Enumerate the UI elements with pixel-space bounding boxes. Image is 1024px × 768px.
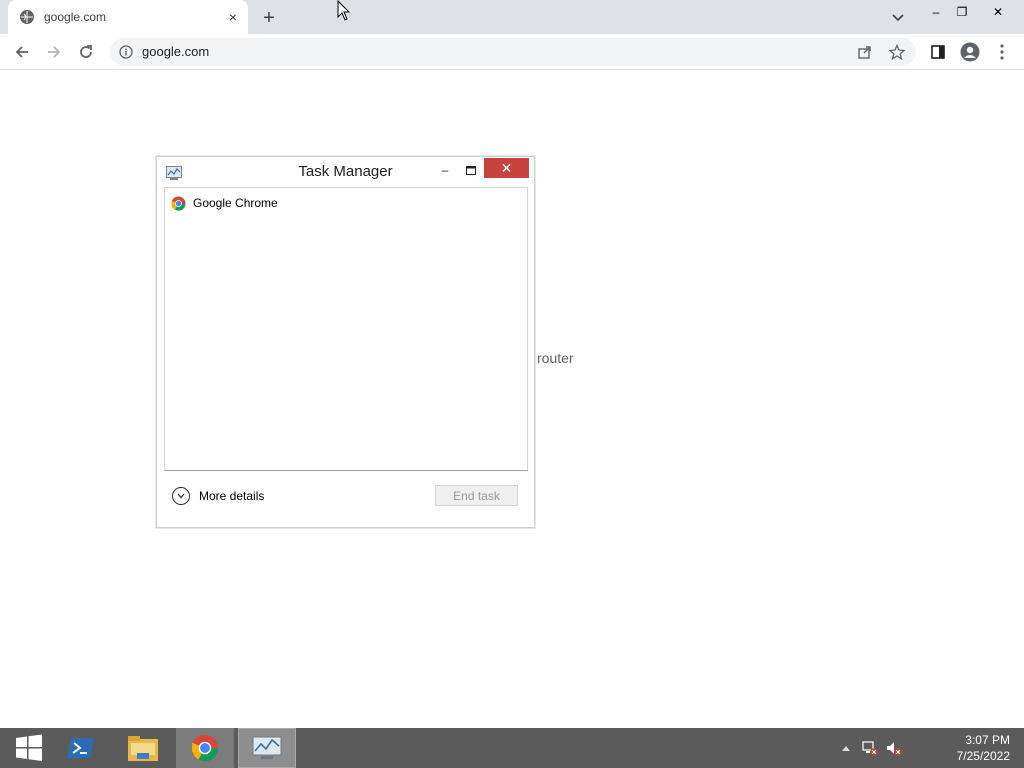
browser-toolbar: google.com <box>0 34 1024 70</box>
info-icon[interactable] <box>118 44 134 60</box>
tab-search-icon[interactable] <box>888 8 908 28</box>
windows-start-icon[interactable] <box>0 728 58 768</box>
task-manager-taskbar-icon[interactable] <box>238 728 296 768</box>
end-task-button[interactable]: End task <box>435 485 518 506</box>
back-arrow-icon[interactable] <box>10 40 34 64</box>
menu-kebab-icon[interactable] <box>990 40 1014 64</box>
chrome-icon <box>171 195 186 211</box>
reload-icon[interactable] <box>74 40 98 64</box>
window-close-button[interactable]: ✕ <box>984 0 1012 24</box>
list-item[interactable]: Google Chrome <box>171 194 278 212</box>
tab-title: google.com <box>44 10 107 24</box>
volume-muted-icon[interactable] <box>886 740 902 756</box>
share-icon[interactable] <box>856 43 874 61</box>
tray-overflow-icon[interactable] <box>838 740 854 756</box>
taskbar: 3:07 PM 7/25/2022 <box>0 728 1024 768</box>
file-explorer-icon[interactable] <box>114 728 172 768</box>
tm-maximize-button[interactable] <box>461 161 481 179</box>
address-text[interactable]: google.com <box>142 44 209 59</box>
profile-avatar-icon[interactable] <box>958 40 982 64</box>
more-details-label: More details <box>199 489 265 503</box>
address-bar[interactable]: google.com <box>110 38 916 66</box>
new-tab-button[interactable]: + <box>258 7 280 29</box>
network-error-icon[interactable] <box>862 740 878 756</box>
forward-arrow-icon[interactable] <box>42 40 66 64</box>
window-minimize-button[interactable]: – <box>922 0 950 24</box>
window-restore-button[interactable]: ❐ <box>948 0 976 24</box>
more-details-button[interactable]: More details <box>172 487 264 505</box>
process-name: Google Chrome <box>193 196 278 210</box>
tab-strip: google.com × + – ❐ ✕ <box>0 0 1024 34</box>
tab-close-icon[interactable]: × <box>224 8 242 26</box>
task-manager-footer: More details End task <box>164 471 528 521</box>
browser-tab[interactable]: google.com × <box>8 0 248 34</box>
globe-icon <box>20 10 34 24</box>
bookmark-star-icon[interactable] <box>888 43 906 61</box>
mouse-cursor-icon <box>337 0 351 22</box>
taskbar-clock[interactable]: 3:07 PM 7/25/2022 <box>940 732 1010 764</box>
clock-date: 7/25/2022 <box>956 749 1010 763</box>
chevron-down-icon <box>172 487 190 505</box>
side-panel-icon[interactable] <box>926 40 950 64</box>
tm-close-button[interactable]: ✕ <box>484 158 529 178</box>
task-manager-window: Task Manager – ✕ Google Chrome More deta… <box>156 156 535 528</box>
tm-minimize-button[interactable]: – <box>435 161 455 179</box>
process-list: Google Chrome <box>164 187 528 471</box>
powershell-icon[interactable] <box>52 728 110 768</box>
page-text: router <box>537 350 574 366</box>
google-chrome-taskbar-icon[interactable] <box>176 728 234 768</box>
clock-time: 3:07 PM <box>965 733 1010 747</box>
